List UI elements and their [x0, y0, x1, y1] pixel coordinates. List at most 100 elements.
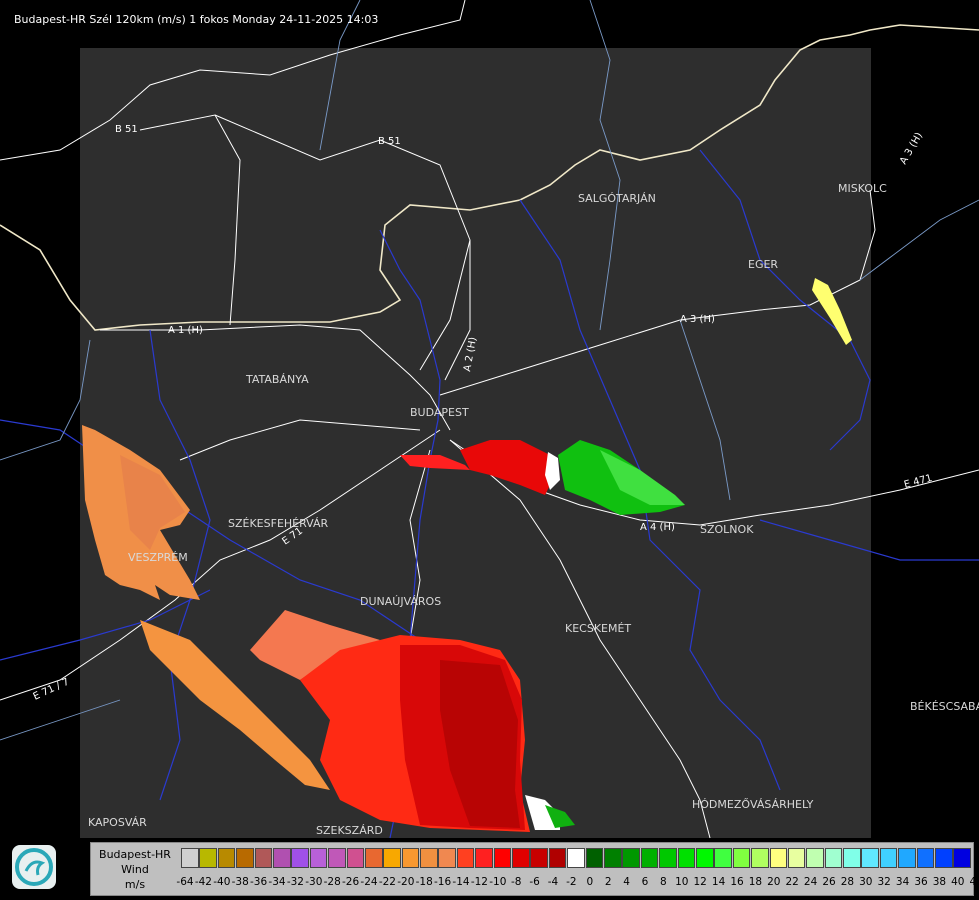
- road-label: A 1 (H): [168, 325, 203, 336]
- legend-swatch: [438, 848, 457, 868]
- legend-swatch: [346, 848, 365, 868]
- legend-swatch: [898, 848, 916, 868]
- legend-tick-label: 32: [877, 876, 891, 888]
- legend-tick-label: -18: [415, 876, 433, 888]
- legend-swatch: [236, 848, 254, 868]
- legend-swatches: [181, 848, 972, 869]
- legend-tick-label: -64: [176, 876, 194, 888]
- legend-swatch: [732, 848, 751, 868]
- legend-tick-label: -6: [529, 876, 540, 888]
- legend-tick-label: -42: [194, 876, 212, 888]
- legend-tick-label: -32: [286, 876, 304, 888]
- legend-tick-label: 18: [748, 876, 763, 888]
- legend-tick-label: 30: [859, 876, 873, 888]
- city-label: VESZPRÉM: [128, 551, 188, 564]
- road-label: E 471: [903, 473, 933, 491]
- legend-swatch: [309, 848, 328, 868]
- legend-swatch: [640, 848, 659, 868]
- legend-tick-label: 6: [641, 876, 649, 888]
- legend-swatch: [935, 848, 953, 868]
- legend-tick-label: -10: [489, 876, 507, 888]
- legend-swatch: [751, 848, 769, 868]
- radar-map: SALGÓTARJÁN MISKOLC EGER TATABÁNYA BUDAP…: [0, 0, 979, 839]
- legend-unit: m/s: [124, 878, 146, 891]
- map-title: Budapest-HR Szél 120km (m/s) 1 fokos Mon…: [14, 13, 379, 26]
- legend-tick-label: 42: [969, 876, 979, 888]
- color-legend: Budapest-HR Wind m/s -64 -42 -40 -38 -36 -34-…: [90, 842, 979, 896]
- city-label: BÉKÉSCSABA: [910, 700, 979, 713]
- legend-swatch: [806, 848, 824, 868]
- legend-swatch: [769, 848, 788, 868]
- legend-tick-label: 38: [932, 876, 947, 888]
- city-label: SALGÓTARJÁN: [578, 192, 656, 205]
- legend-tick-label: 16: [730, 876, 744, 888]
- legend-tick-label: -14: [452, 876, 470, 888]
- road-label: A 3 (H): [680, 314, 715, 325]
- logo-icon: [12, 845, 56, 889]
- legend-swatch: [475, 848, 493, 868]
- legend-tick-label: 26: [822, 876, 836, 888]
- legend-swatch: [199, 848, 217, 868]
- legend-tick-label: -36: [250, 876, 268, 888]
- city-label: SZEKSZÁRD: [316, 824, 383, 837]
- legend-tick-label: 34: [895, 876, 910, 888]
- legend-tick-label: -26: [342, 876, 360, 888]
- legend-swatch: [530, 848, 549, 868]
- legend-tick-label: 24: [803, 876, 818, 888]
- legend-tick-label: -16: [434, 876, 452, 888]
- road-label: A 3 (H): [898, 131, 925, 167]
- legend-swatch: [714, 848, 732, 868]
- legend-tick-label: -28: [323, 876, 341, 888]
- city-label: SZÉKESFEHÉRVÁR: [228, 517, 329, 530]
- legend-tick-label: -34: [268, 876, 286, 888]
- legend-swatch: [383, 848, 401, 868]
- legend-swatch: [401, 848, 420, 868]
- legend-swatch: [695, 848, 714, 868]
- legend-tick-label: -8: [510, 876, 522, 888]
- legend-swatch: [622, 848, 640, 868]
- legend-tick-label: -20: [397, 876, 415, 888]
- legend-swatch: [861, 848, 880, 868]
- legend-tick-label: 12: [693, 876, 707, 888]
- legend-tick-label: 40: [951, 876, 965, 888]
- legend-swatch: [879, 848, 898, 868]
- legend-quantity: Wind: [121, 863, 149, 876]
- legend-swatch: [181, 848, 199, 868]
- legend-swatch: [493, 848, 512, 868]
- legend-tick-label: -40: [213, 876, 231, 888]
- legend-tick-label: 8: [660, 876, 667, 888]
- city-label: BUDAPEST: [410, 406, 469, 419]
- legend-swatch: [677, 848, 696, 868]
- legend-swatch: [420, 848, 438, 868]
- legend-tick-label: 22: [785, 876, 799, 888]
- legend-swatch: [585, 848, 604, 868]
- legend-tick-label: 28: [840, 876, 855, 888]
- legend-swatch: [603, 848, 622, 868]
- legend-title: Budapest-HR Wind m/s: [91, 847, 179, 892]
- legend-swatch: [272, 848, 291, 868]
- city-label: SZOLNOK: [700, 523, 754, 536]
- legend-swatch: [328, 848, 346, 868]
- city-label: MISKOLC: [838, 182, 887, 195]
- legend-tick-label: -22: [378, 876, 396, 888]
- legend-tick-label: 36: [914, 876, 928, 888]
- legend-tick-label: -30: [305, 876, 323, 888]
- legend-swatch: [456, 848, 475, 868]
- legend-swatch: [843, 848, 861, 868]
- city-label: DUNAÚJVÁROS: [360, 595, 441, 608]
- road-label: A 4 (H): [640, 522, 675, 533]
- legend-swatch: [916, 848, 935, 868]
- legend-tick-label: -38: [231, 876, 249, 888]
- legend-swatch: [291, 848, 309, 868]
- road-label: B 51: [115, 124, 138, 135]
- legend-tick-label: 0: [586, 876, 594, 888]
- legend-tick-label: -4: [547, 876, 559, 888]
- city-label: TATABÁNYA: [245, 373, 309, 386]
- legend-swatch: [953, 848, 971, 868]
- legend-tick-label: -2: [566, 876, 577, 888]
- legend-swatch: [548, 848, 567, 868]
- legend-swatch: [254, 848, 273, 868]
- legend-swatch: [567, 848, 585, 868]
- legend-swatch: [512, 848, 530, 868]
- legend-tick-label: 10: [675, 876, 689, 888]
